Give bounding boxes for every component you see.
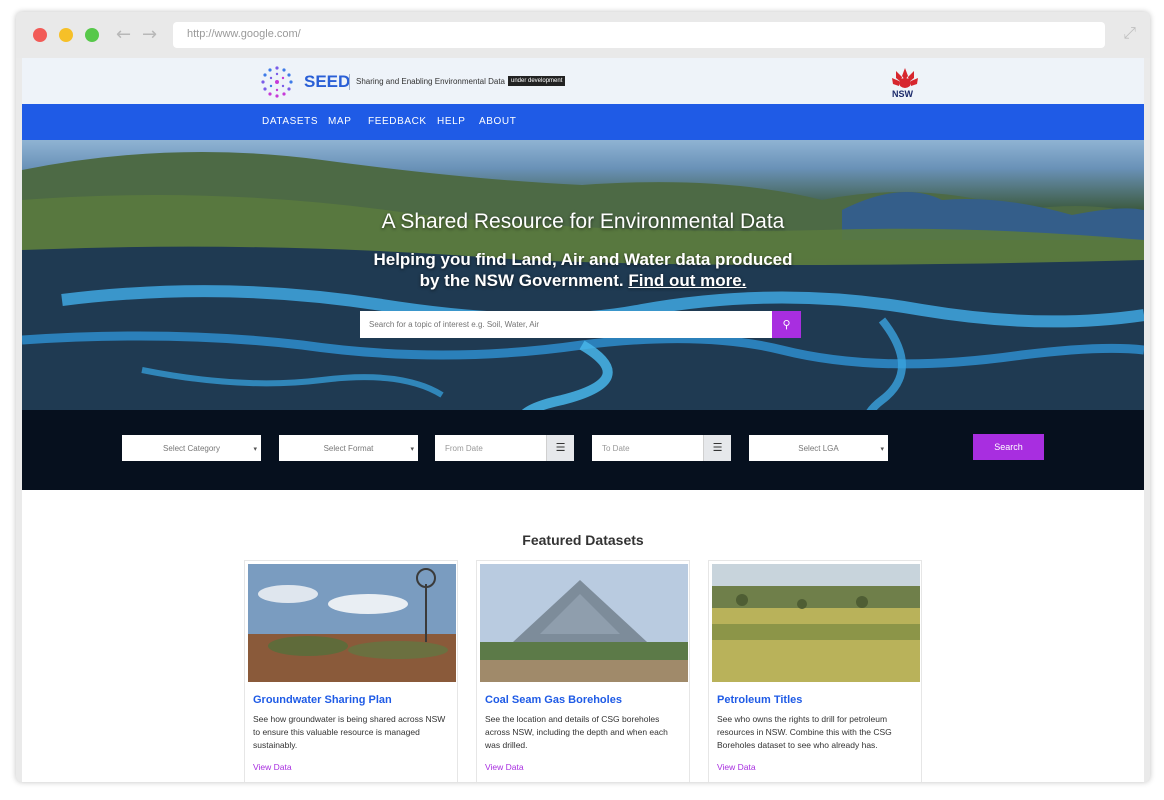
farmland-landscape-image <box>712 564 920 682</box>
outback-windmill-image <box>248 564 456 682</box>
card-description: See how groundwater is being shared acro… <box>253 714 446 750</box>
find-out-more-link[interactable]: Find out more. <box>628 271 746 290</box>
category-select-value: Select Category <box>163 444 220 453</box>
close-window-button[interactable] <box>33 28 47 42</box>
dataset-card[interactable]: Groundwater Sharing Plan See how groundw… <box>244 560 458 782</box>
dataset-card[interactable]: Coal Seam Gas Boreholes See the location… <box>476 560 690 782</box>
view-data-link[interactable]: View Data <box>485 762 524 772</box>
format-select[interactable]: Select Format ▾ <box>279 435 418 461</box>
hero-subtitle-text: by the NSW Government. <box>419 271 624 290</box>
hero-subtitle-line2: by the NSW Government. Find out more. <box>22 270 1144 291</box>
view-data-link[interactable]: View Data <box>253 762 292 772</box>
browser-window: ← → http://www.google.com/ ⤢ SEED Sharin… <box>16 12 1150 782</box>
brand-tagline: Sharing and Enabling Environmental Data <box>356 77 505 86</box>
hero-banner: A Shared Resource for Environmental Data… <box>22 140 1144 490</box>
fullscreen-icon[interactable]: ⤢ <box>1123 23 1136 43</box>
nav-item-about[interactable]: ABOUT <box>479 116 516 127</box>
nsw-logo-text: NSW <box>892 89 913 99</box>
hero-subtitle-line1: Helping you find Land, Air and Water dat… <box>373 250 793 269</box>
to-date-field[interactable]: To Date ☰ <box>592 435 731 461</box>
address-bar[interactable]: http://www.google.com/ <box>173 22 1105 48</box>
brand-divider <box>349 74 350 90</box>
seed-logo-icon[interactable] <box>260 65 294 99</box>
nav-item-help[interactable]: HELP <box>437 116 466 127</box>
hero-subtitle: Helping you find Land, Air and Water dat… <box>22 249 1144 291</box>
search-icon[interactable]: ⚲ <box>772 311 801 338</box>
minimize-window-button[interactable] <box>59 28 73 42</box>
filter-bar: Select Category ▾ Select Format ▾ From D… <box>22 410 1144 490</box>
browser-chrome: ← → http://www.google.com/ ⤢ <box>16 12 1150 58</box>
mountain-landscape-image <box>480 564 688 682</box>
site-header: SEED Sharing and Enabling Environmental … <box>22 58 1144 104</box>
from-date-field[interactable]: From Date ☰ <box>435 435 574 461</box>
category-select[interactable]: Select Category ▾ <box>122 435 261 461</box>
nav-item-map[interactable]: MAP <box>328 116 351 127</box>
chevron-down-icon: ▾ <box>880 445 884 453</box>
nav-item-datasets[interactable]: DATASETS <box>262 116 318 127</box>
card-title[interactable]: Groundwater Sharing Plan <box>253 694 392 706</box>
hero-title: A Shared Resource for Environmental Data <box>381 210 785 233</box>
maximize-window-button[interactable] <box>85 28 99 42</box>
featured-datasets-heading: Featured Datasets <box>522 532 644 548</box>
nav-item-feedback[interactable]: FEEDBACK <box>368 116 427 127</box>
card-description: See the location and details of CSG bore… <box>485 714 668 750</box>
view-data-link[interactable]: View Data <box>717 762 756 772</box>
lga-select[interactable]: Select LGA ▾ <box>749 435 888 461</box>
calendar-icon[interactable]: ☰ <box>703 435 731 461</box>
lga-select-value: Select LGA <box>798 444 839 453</box>
forward-arrow-icon[interactable]: → <box>142 24 157 45</box>
topic-search-input[interactable] <box>360 311 772 338</box>
filter-search-button[interactable]: Search <box>973 434 1044 460</box>
brand-name[interactable]: SEED <box>304 72 350 92</box>
dataset-card[interactable]: Petroleum Titles See who owns the rights… <box>708 560 922 782</box>
chevron-down-icon: ▾ <box>253 445 257 453</box>
main-navigation: DATASETS MAP FEEDBACK HELP ABOUT <box>22 104 1144 140</box>
from-date-placeholder: From Date <box>445 444 483 453</box>
card-title[interactable]: Coal Seam Gas Boreholes <box>485 694 622 706</box>
status-badge: under development <box>508 76 566 86</box>
calendar-icon[interactable]: ☰ <box>546 435 574 461</box>
to-date-placeholder: To Date <box>602 444 630 453</box>
web-page: SEED Sharing and Enabling Environmental … <box>22 58 1144 782</box>
card-description: See who owns the rights to drill for pet… <box>717 714 892 750</box>
chevron-down-icon: ▾ <box>410 445 414 453</box>
back-arrow-icon[interactable]: ← <box>116 24 131 45</box>
format-select-value: Select Format <box>323 444 374 453</box>
card-title[interactable]: Petroleum Titles <box>717 694 802 706</box>
